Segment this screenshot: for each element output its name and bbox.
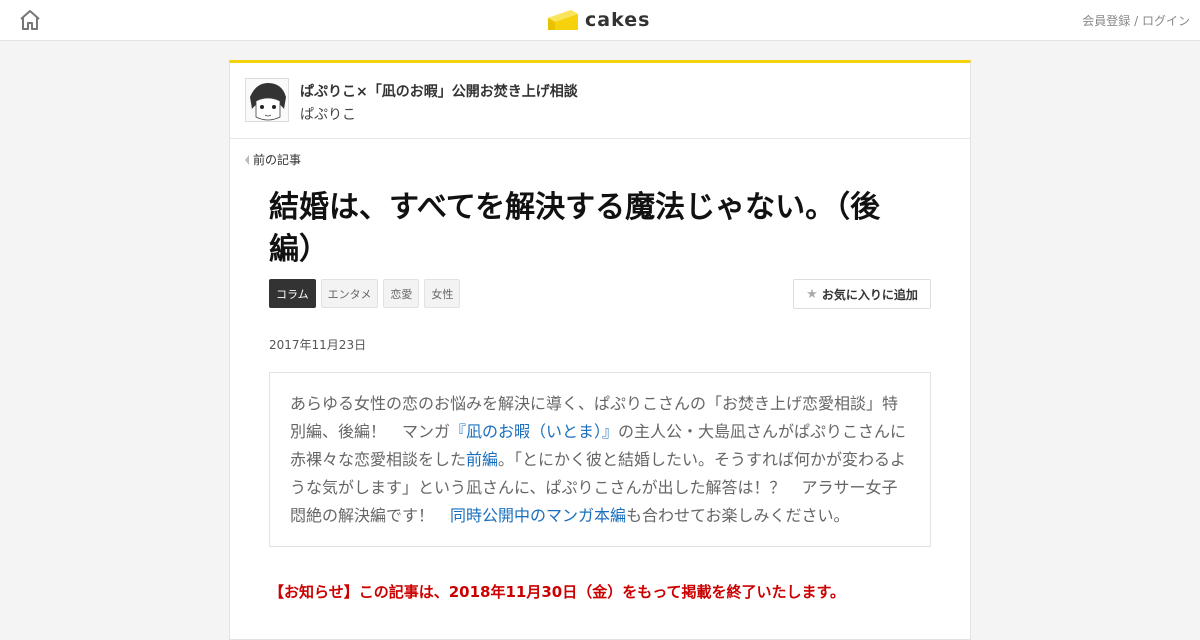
- previous-article-link[interactable]: 前の記事: [245, 151, 301, 168]
- series-title[interactable]: ぱぷりこ×「凪のお暇」公開お焚き上げ相談: [300, 81, 578, 101]
- home-icon[interactable]: [18, 8, 42, 32]
- tag-1[interactable]: エンタメ: [320, 279, 379, 308]
- manga-main-link[interactable]: 同時公開中のマンガ本編: [450, 506, 626, 525]
- article-title: 結婚は、すべてを解決する魔法じゃない。（後編）: [269, 190, 881, 267]
- add-favorite-label: お気に入りに追加: [821, 287, 918, 302]
- manga-title-link[interactable]: 『凪のお暇（いとま）』: [450, 422, 618, 441]
- previous-article-label: 前の記事: [253, 153, 302, 167]
- article-lead: あらゆる女性の恋のお悩みを解決に導く、ぱぷりこさんの「お焚き上げ恋愛相談」特別編…: [269, 372, 931, 547]
- login-link[interactable]: ログイン: [1142, 14, 1190, 28]
- tag-2[interactable]: 恋愛: [383, 279, 420, 308]
- series-thumbnail[interactable]: [245, 78, 289, 122]
- auth-separator: /: [1130, 14, 1142, 28]
- tag-list: コラム エンタメ 恋愛 女性: [269, 279, 461, 308]
- chevron-left-icon: [245, 154, 249, 165]
- add-favorite-button[interactable]: ★ お気に入りに追加: [793, 279, 931, 309]
- star-icon: ★: [806, 286, 818, 302]
- tag-3[interactable]: 女性: [424, 279, 461, 308]
- register-link[interactable]: 会員登録: [1082, 14, 1130, 28]
- first-part-link[interactable]: 前編: [466, 450, 498, 469]
- top-bar: cakes 会員登録 / ログイン: [0, 0, 1200, 41]
- lead-text: も合わせてお楽しみください。: [626, 506, 850, 525]
- logo-text: cakes: [585, 9, 651, 31]
- publish-date: 2017年11月23日: [269, 338, 367, 352]
- article-card: ぱぷりこ×「凪のお暇」公開お焚き上げ相談 ぱぷりこ 前の記事 結婚は、すべてを解…: [229, 60, 971, 640]
- cakes-logo[interactable]: cakes: [547, 6, 650, 34]
- series-author[interactable]: ぱぷりこ: [300, 104, 356, 124]
- auth-links: 会員登録 / ログイン: [1082, 12, 1190, 29]
- tag-0[interactable]: コラム: [269, 279, 316, 308]
- series-header[interactable]: ぱぷりこ×「凪のお暇」公開お焚き上げ相談 ぱぷりこ: [230, 63, 970, 139]
- cake-slice-icon: [548, 10, 578, 30]
- notice-text: 【お知らせ】この記事は、2018年11月30日（金）をもって掲載を終了いたします…: [269, 583, 845, 601]
